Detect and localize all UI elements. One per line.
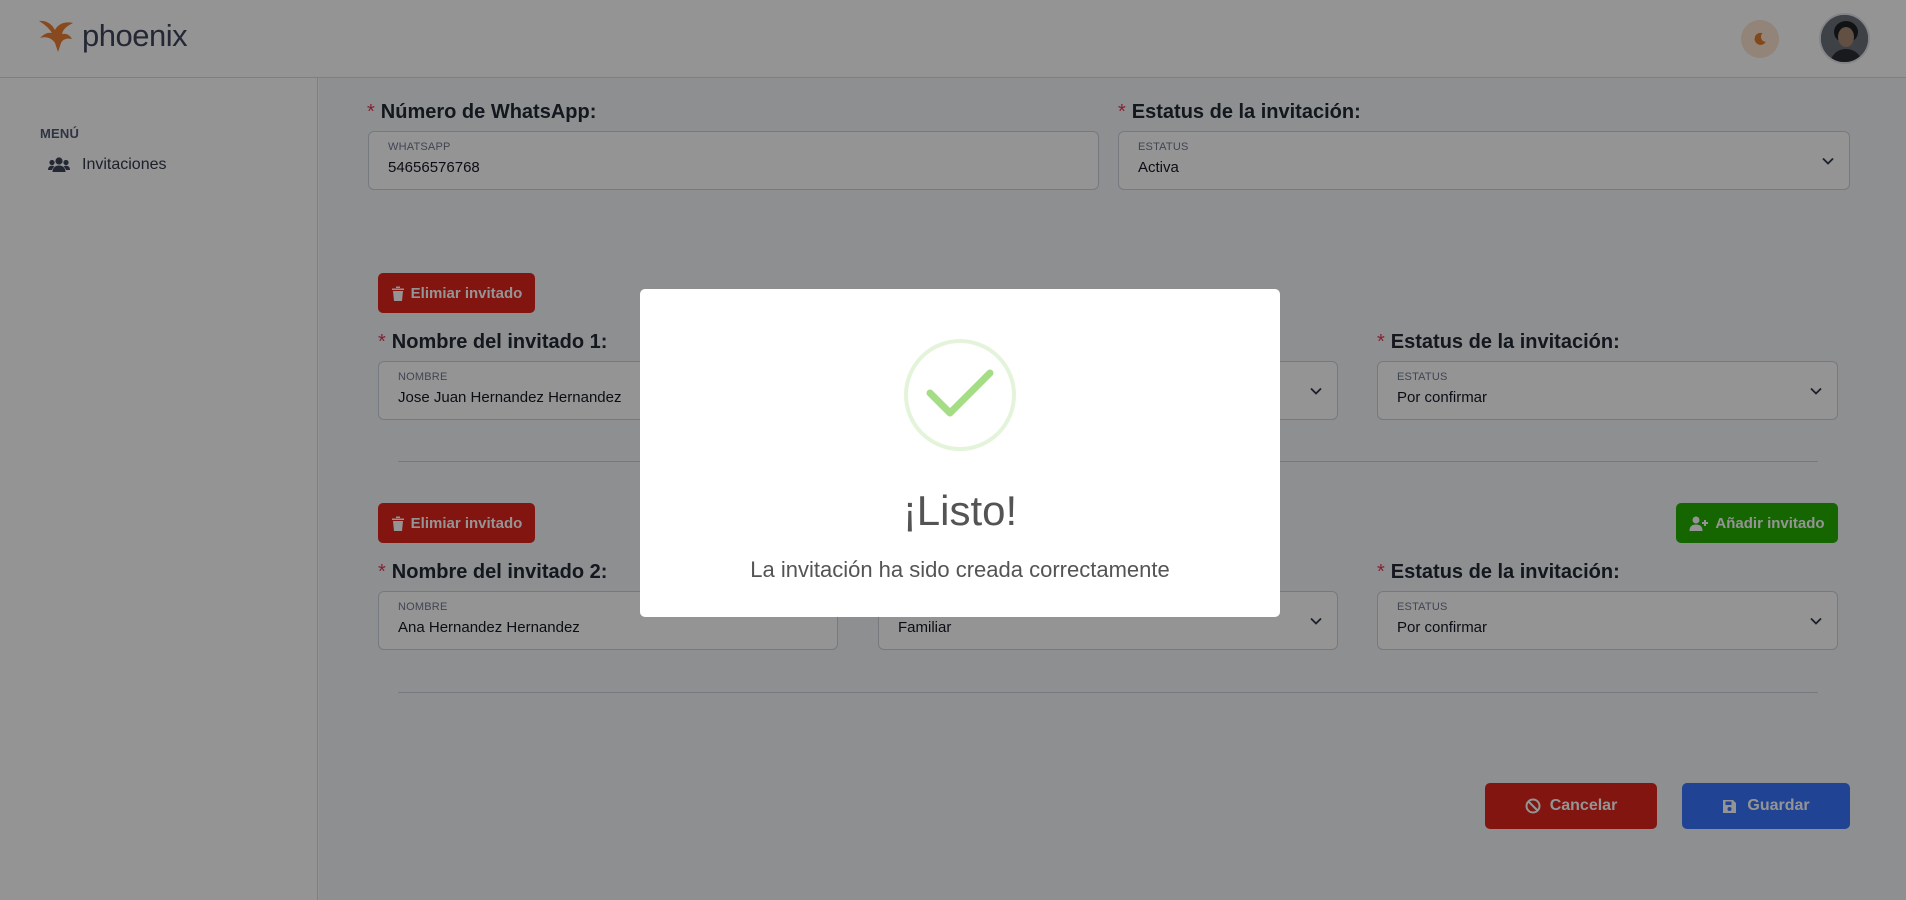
- success-check-icon: [904, 339, 1016, 451]
- dialog-message: La invitación ha sido creada correctamen…: [750, 557, 1170, 582]
- success-dialog: ¡Listo! La invitación ha sido creada cor…: [640, 289, 1280, 617]
- checkmark-icon: [926, 369, 994, 417]
- dialog-title: ¡Listo!: [902, 487, 1018, 534]
